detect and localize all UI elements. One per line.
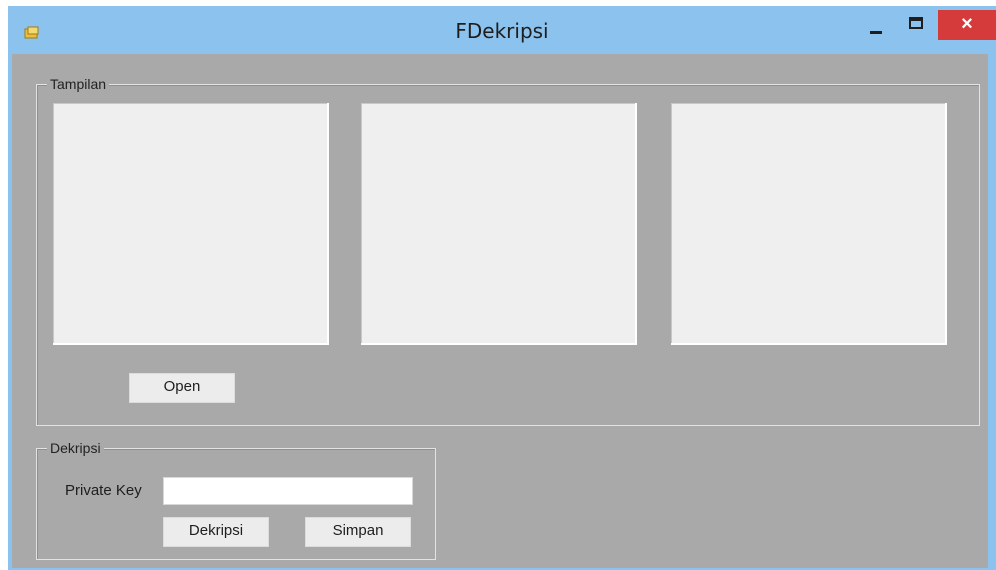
maximize-icon[interactable]	[904, 12, 928, 38]
form-client-area: Tampilan Open Dekripsi Private Key Dekri…	[12, 54, 988, 568]
dekripsi-button[interactable]: Dekripsi	[163, 517, 269, 547]
private-key-input[interactable]	[163, 477, 413, 505]
picture-box-1	[53, 103, 329, 345]
minimize-icon[interactable]	[864, 14, 890, 40]
picture-box-3	[671, 103, 947, 345]
picture-box-2	[361, 103, 637, 345]
window: FDekripsi × Tampilan Open Dekripsi Priva…	[8, 6, 996, 570]
close-icon: ×	[961, 13, 973, 35]
title-bar[interactable]: FDekripsi ×	[8, 6, 996, 54]
simpan-button[interactable]: Simpan	[305, 517, 411, 547]
close-button[interactable]: ×	[938, 10, 996, 40]
dekripsi-groupbox: Dekripsi Private Key Dekripsi Simpan	[36, 439, 436, 560]
tampilan-groupbox: Tampilan Open	[36, 75, 980, 426]
tampilan-group-label: Tampilan	[47, 75, 110, 93]
private-key-label: Private Key	[65, 482, 142, 499]
window-title: FDekripsi	[455, 19, 549, 43]
dekripsi-group-label: Dekripsi	[47, 439, 104, 457]
open-button[interactable]: Open	[129, 373, 235, 403]
